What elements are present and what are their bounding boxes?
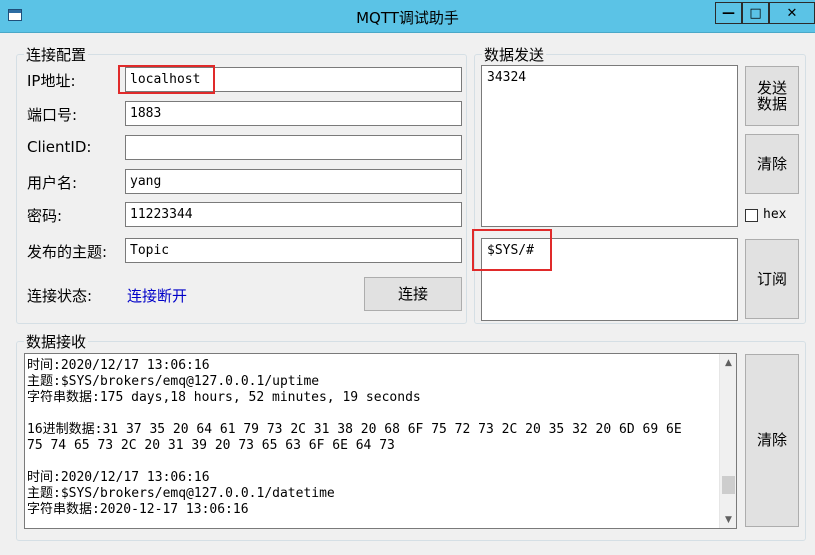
maximize-button[interactable]: □	[742, 2, 769, 24]
scrollbar-thumb[interactable]	[722, 476, 735, 494]
hex-checkbox[interactable]	[745, 209, 758, 222]
clientid-label: ClientID:	[27, 138, 92, 156]
highlight-ip	[118, 65, 215, 94]
highlight-subscribe-topic	[472, 229, 552, 271]
scroll-down-icon[interactable]: ▼	[720, 511, 736, 528]
minimize-button[interactable]: —	[715, 2, 742, 24]
window-title: MQTT调试助手	[356, 9, 459, 27]
connection-status-value: 连接断开	[127, 287, 188, 305]
topic-label: 发布的主题:	[27, 243, 108, 261]
username-label: 用户名:	[27, 174, 78, 192]
clear-send-button[interactable]: 清除	[745, 134, 799, 194]
receive-line: 字符串数据:175 days,18 hours, 52 minutes, 19 …	[27, 390, 421, 405]
connection-config-label: 连接配置	[24, 44, 89, 65]
receive-line: 时间:2020/12/17 13:06:16	[27, 358, 210, 373]
hex-label: hex	[763, 207, 787, 222]
password-label: 密码:	[27, 207, 63, 225]
receive-line	[27, 406, 718, 422]
status-label: 连接状态:	[27, 287, 93, 305]
title-bar: MQTT调试助手 — □ ✕	[0, 0, 815, 33]
receive-line: 16进制数据:31 37 35 20 64 61 79 73 2C 31 38 …	[27, 422, 682, 437]
publish-topic-input[interactable]: Topic	[125, 238, 462, 263]
close-button[interactable]: ✕	[769, 2, 815, 24]
username-input[interactable]: yang	[125, 169, 462, 194]
ip-label: IP地址:	[27, 72, 76, 90]
receive-line	[27, 454, 718, 470]
connect-button[interactable]: 连接	[364, 277, 462, 311]
password-input[interactable]: 11223344	[125, 202, 462, 227]
subscribe-button[interactable]: 订阅	[745, 239, 799, 319]
send-data-button[interactable]: 发送 数据	[745, 66, 799, 126]
receive-line: 主题:$SYS/brokers/emq@127.0.0.1/datetime	[27, 486, 335, 501]
receive-line: 时间:2020/12/17 13:06:16	[27, 470, 210, 485]
data-send-label: 数据发送	[482, 44, 547, 65]
data-receive-label: 数据接收	[24, 331, 89, 352]
send-data-textarea[interactable]: 34324	[481, 65, 738, 227]
receive-data-textarea[interactable]: 时间:2020/12/17 13:06:16 主题:$SYS/brokers/e…	[24, 353, 737, 529]
clientid-input[interactable]	[125, 135, 462, 160]
port-input[interactable]: 1883	[125, 101, 462, 126]
receive-line: 75 74 65 73 2C 20 31 39 20 73 65 63 6F 6…	[27, 438, 395, 453]
clear-receive-button[interactable]: 清除	[745, 354, 799, 527]
receive-lines: 时间:2020/12/17 13:06:16 主题:$SYS/brokers/e…	[27, 358, 718, 518]
receive-scrollbar[interactable]: ▲ ▼	[719, 354, 736, 528]
port-label: 端口号:	[27, 106, 78, 124]
receive-line: 字符串数据:2020-12-17 13:06:16	[27, 502, 249, 517]
receive-line: 主题:$SYS/brokers/emq@127.0.0.1/uptime	[27, 374, 320, 389]
scroll-up-icon[interactable]: ▲	[720, 354, 736, 371]
